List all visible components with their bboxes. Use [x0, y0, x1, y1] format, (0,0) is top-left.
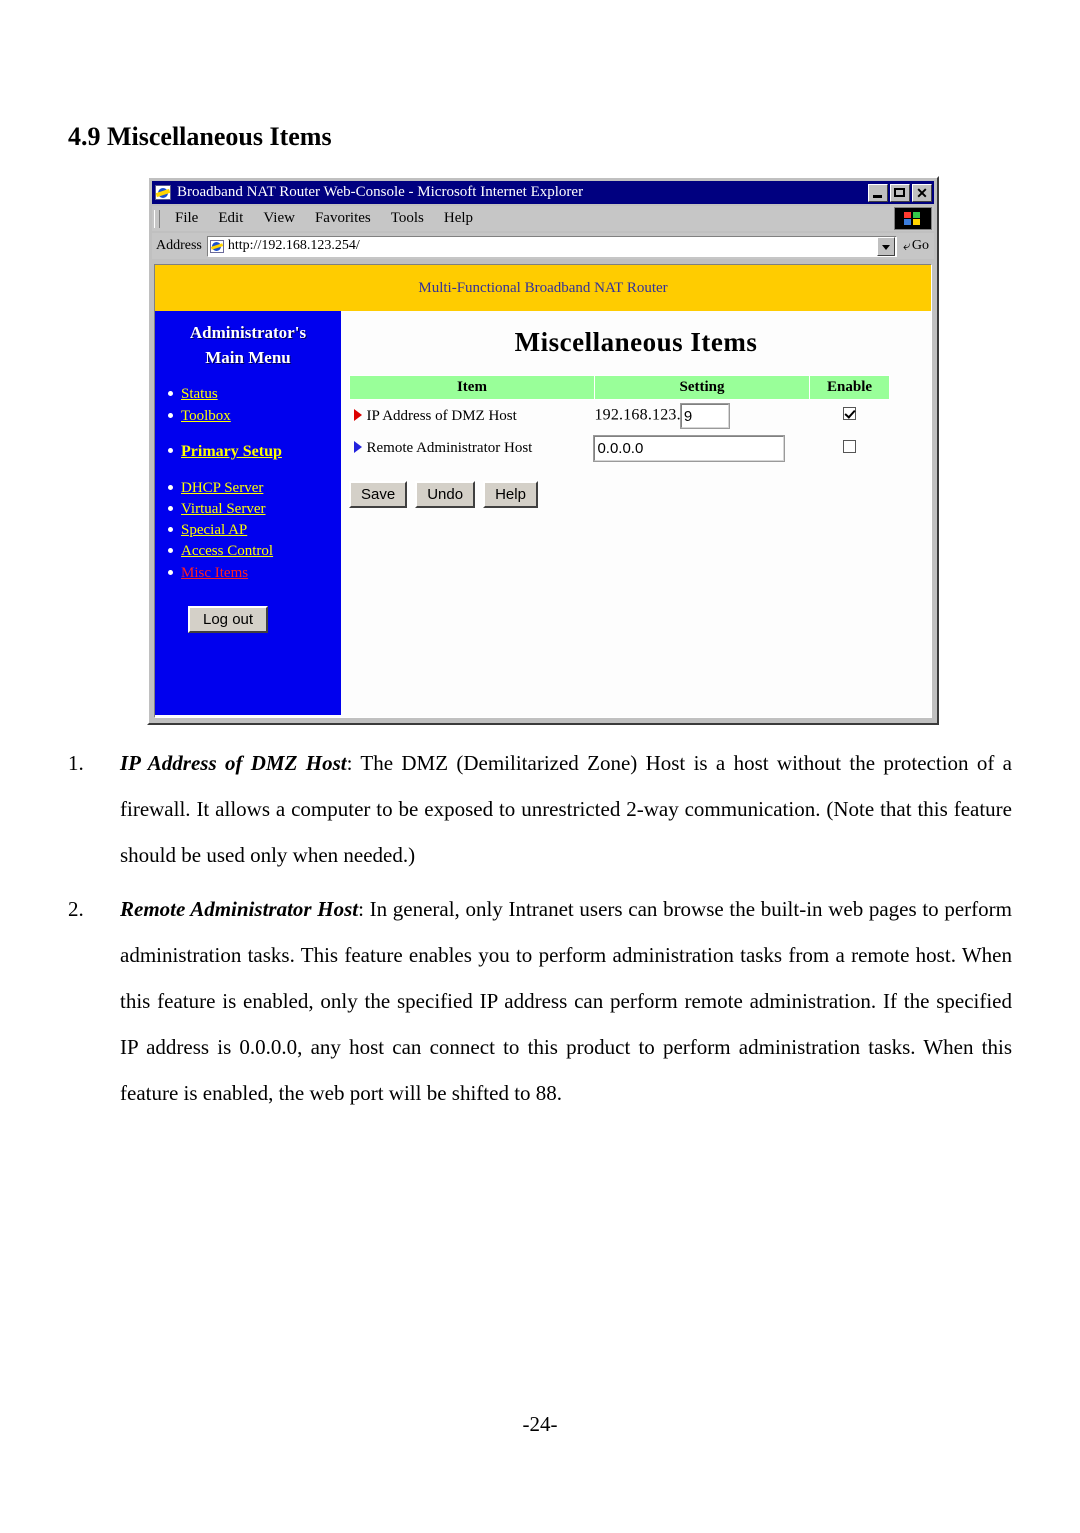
browser-window: Broadband NAT Router Web-Console - Micro… — [147, 176, 939, 725]
sidebar-link-toolbox[interactable]: Toolbox — [181, 408, 231, 424]
browser-menubar: File Edit View Favorites Tools Help — [152, 206, 934, 231]
row-setting-remote-admin — [593, 432, 809, 465]
sidebar-item-special-ap[interactable]: Special AP — [168, 520, 341, 541]
column-header-enable: Enable — [809, 375, 890, 400]
document-page: 4.9 Miscellaneous Items Broadband NAT Ro… — [0, 0, 1080, 1533]
paragraph-body-2: : In general, only Intranet users can br… — [120, 897, 1012, 1105]
menu-item-help[interactable]: Help — [434, 209, 483, 228]
page-title: 4.9 Miscellaneous Items — [68, 122, 332, 151]
dmz-host-input[interactable] — [679, 403, 730, 429]
page-icon — [209, 239, 224, 253]
go-button[interactable]: ⤷ Go — [897, 238, 934, 254]
browser-addressbar: Address http://192.168.123.254/ ⤷ Go — [152, 233, 934, 259]
sidebar-item-status[interactable]: Status — [168, 384, 341, 405]
toolbar-grip[interactable] — [154, 209, 160, 228]
menu-item-tools[interactable]: Tools — [381, 209, 434, 228]
address-url-text: http://192.168.123.254/ — [227, 238, 360, 253]
sidebar-link-primary-setup[interactable]: Primary Setup — [181, 443, 282, 460]
sidebar-title-line1: Administrator's — [189, 323, 307, 342]
row-enable-remote-admin — [810, 432, 890, 465]
main-content: Miscellaneous Items Item Setting Enable — [341, 311, 931, 715]
dmz-ip-prefix: 192.168.123. — [594, 406, 681, 424]
sidebar-item-toolbox[interactable]: Toolbox — [168, 406, 341, 427]
address-dropdown-button[interactable] — [876, 236, 895, 256]
dmz-host-enable-checkbox[interactable] — [843, 407, 857, 420]
remote-admin-input[interactable] — [593, 435, 786, 462]
paragraph-number-2: 2. — [68, 897, 84, 921]
row-enable-dmz-host — [810, 400, 890, 433]
row-label-dmz-host: IP Address of DMZ Host — [350, 400, 595, 433]
dmz-host-label: IP Address of DMZ Host — [366, 407, 517, 424]
sidebar-link-access-control[interactable]: Access Control — [181, 543, 273, 559]
undo-button[interactable]: Undo — [415, 481, 476, 508]
remote-admin-enable-checkbox[interactable] — [843, 439, 857, 453]
sidebar-link-status[interactable]: Status — [181, 386, 218, 402]
sidebar-item-misc-items[interactable]: Misc Items — [168, 563, 341, 584]
column-header-item: Item — [349, 375, 595, 400]
sidebar-link-dhcp-server[interactable]: DHCP Server — [181, 480, 263, 496]
page-number: -24- — [522, 1412, 558, 1436]
sidebar-item-virtual-server[interactable]: Virtual Server — [168, 499, 341, 520]
sidebar-item-primary-setup[interactable]: Primary Setup — [168, 441, 341, 464]
browser-titlebar: Broadband NAT Router Web-Console - Micro… — [152, 181, 934, 204]
save-button[interactable]: Save — [349, 481, 408, 508]
menu-item-view[interactable]: View — [253, 209, 305, 228]
go-button-label: Go — [911, 238, 929, 253]
paragraph-term-2: Remote Administrator Host — [120, 897, 359, 921]
row-label-remote-admin: Remote Administrator Host — [350, 432, 595, 465]
table-header-row: Item Setting Enable — [349, 375, 890, 400]
form-buttons: Save Undo Help — [349, 481, 931, 508]
column-header-setting: Setting — [593, 375, 811, 400]
sidebar-link-virtual-server[interactable]: Virtual Server — [181, 501, 266, 517]
logout-container: Log out — [155, 584, 341, 634]
content-title: Miscellaneous Items — [514, 327, 758, 357]
address-input[interactable]: http://192.168.123.254/ — [206, 235, 897, 257]
paragraph-item-2: 2. Remote Administrator Host: In general… — [68, 886, 1012, 1116]
go-arrow-icon: ⤷ — [902, 238, 910, 253]
paragraph-item-1: 1. IP Address of DMZ Host: The DMZ (Demi… — [68, 740, 1012, 878]
paragraph-text-2: Remote Administrator Host: In general, o… — [120, 886, 1012, 1116]
router-banner: Multi-Functional Broadband NAT Router — [155, 265, 931, 311]
paragraph-number-1: 1. — [68, 751, 84, 775]
sidebar-item-access-control[interactable]: Access Control — [168, 541, 341, 562]
menu-item-file[interactable]: File — [165, 209, 208, 228]
window-title: Broadband NAT Router Web-Console - Micro… — [177, 184, 584, 200]
blue-triangle-icon — [353, 441, 362, 453]
settings-table: Item Setting Enable IP Address of DMZ Ho… — [349, 375, 890, 465]
paragraph-term-1: IP Address of DMZ Host — [120, 751, 347, 775]
page-body: Administrator's Main Menu Status Toolbox… — [155, 311, 931, 715]
paragraph-text-1: IP Address of DMZ Host: The DMZ (Demilit… — [120, 740, 1012, 878]
sidebar-title: Administrator's Main Menu — [155, 311, 341, 370]
window-controls: ✕ — [868, 183, 932, 202]
address-label: Address — [156, 238, 202, 253]
table-row: Remote Administrator Host — [350, 432, 890, 465]
minimize-button[interactable] — [868, 183, 888, 202]
sidebar-link-special-ap[interactable]: Special AP — [181, 522, 247, 538]
sidebar-title-line2: Main Menu — [205, 347, 291, 367]
logout-button[interactable]: Log out — [188, 606, 269, 634]
remote-admin-label: Remote Administrator Host — [366, 440, 533, 456]
sidebar-link-misc-items[interactable]: Misc Items — [181, 565, 248, 581]
close-button[interactable]: ✕ — [912, 183, 932, 202]
browser-viewport: Multi-Functional Broadband NAT Router Ad… — [154, 264, 932, 718]
help-button[interactable]: Help — [483, 481, 538, 508]
menu-item-edit[interactable]: Edit — [208, 209, 253, 228]
internet-explorer-icon — [155, 185, 171, 200]
sidebar-menu: Status Toolbox Primary Setup DHCP Server — [155, 384, 341, 584]
row-setting-dmz-host: 192.168.123. — [594, 400, 809, 433]
red-triangle-icon — [353, 408, 362, 421]
maximize-button[interactable] — [890, 183, 910, 202]
menu-item-favorites[interactable]: Favorites — [305, 209, 381, 228]
sidebar-item-dhcp-server[interactable]: DHCP Server — [168, 478, 341, 499]
windows-logo-icon — [894, 207, 932, 230]
table-row: IP Address of DMZ Host 192.168.123. — [350, 400, 890, 433]
sidebar: Administrator's Main Menu Status Toolbox… — [155, 311, 341, 715]
